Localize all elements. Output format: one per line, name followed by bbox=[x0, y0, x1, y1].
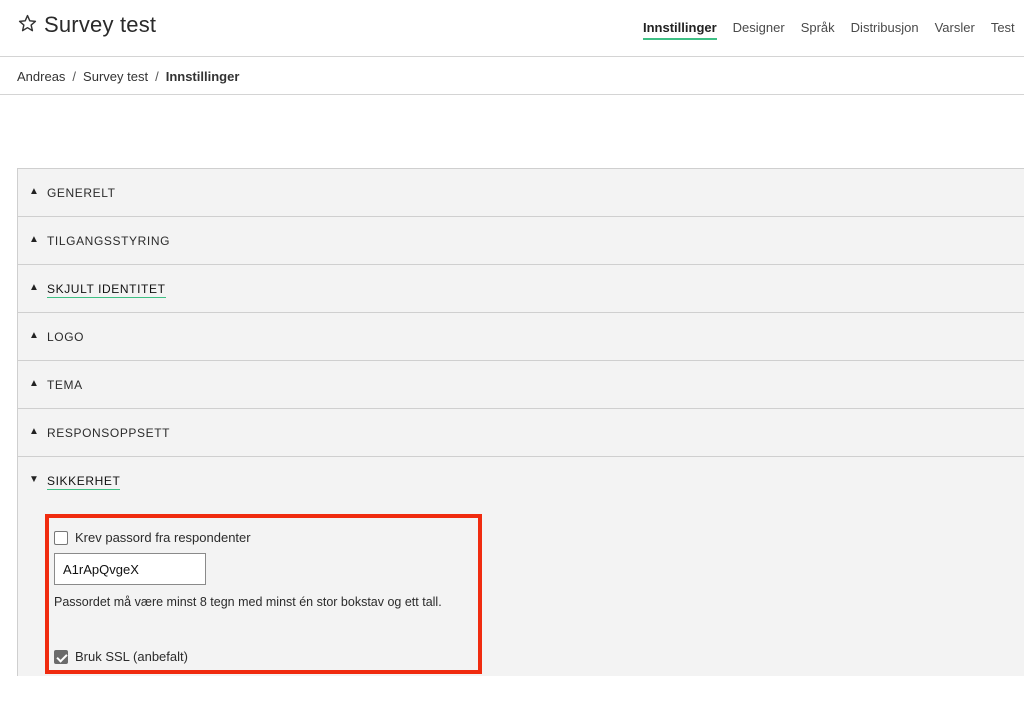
section-label: LOGO bbox=[47, 330, 85, 344]
ssl-checkbox[interactable] bbox=[54, 650, 68, 664]
breadcrumb: Andreas / Survey test / Innstillinger bbox=[17, 69, 239, 84]
breadcrumb-separator: / bbox=[155, 69, 159, 84]
password-hint: Passordet må være minst 8 tegn med minst… bbox=[54, 595, 442, 609]
collapse-arrow-icon: ▲ bbox=[29, 234, 39, 245]
section-logo[interactable]: ▲ LOGO bbox=[18, 313, 1024, 361]
collapse-arrow-icon: ▲ bbox=[29, 330, 39, 341]
expand-arrow-icon[interactable]: ▼ bbox=[29, 474, 39, 485]
password-input[interactable] bbox=[54, 553, 206, 585]
section-label: TILGANGSSTYRING bbox=[47, 234, 171, 248]
section-label: TEMA bbox=[47, 378, 83, 392]
section-generelt[interactable]: ▲ GENERELT bbox=[18, 169, 1024, 217]
breadcrumb-item-current: Innstillinger bbox=[165, 69, 240, 84]
section-label: RESPONSOPPSETT bbox=[47, 426, 171, 440]
section-skjult-identitet[interactable]: ▲ SKJULT IDENTITET bbox=[18, 265, 1024, 313]
section-label-sikkerhet[interactable]: SIKKERHET bbox=[47, 474, 121, 490]
section-tilgangsstyring[interactable]: ▲ TILGANGSSTYRING bbox=[18, 217, 1024, 265]
ssl-label: Bruk SSL (anbefalt) bbox=[75, 649, 188, 664]
require-password-checkbox[interactable] bbox=[54, 531, 68, 545]
tab-innstillinger[interactable]: Innstillinger bbox=[643, 20, 717, 40]
section-tema[interactable]: ▲ TEMA bbox=[18, 361, 1024, 409]
tab-varsler[interactable]: Varsler bbox=[935, 20, 975, 38]
star-icon[interactable] bbox=[18, 14, 37, 33]
collapse-arrow-icon: ▲ bbox=[29, 186, 39, 197]
require-password-label: Krev passord fra respondenter bbox=[75, 530, 251, 545]
breadcrumb-item-andreas[interactable]: Andreas bbox=[17, 69, 65, 84]
breadcrumb-separator: / bbox=[72, 69, 77, 84]
tab-test[interactable]: Test bbox=[991, 20, 1015, 38]
page-title: Survey test bbox=[44, 12, 157, 37]
collapse-arrow-icon: ▲ bbox=[29, 282, 39, 293]
top-bar: Survey test Innstillinger Designer Språk Di… bbox=[0, 0, 1024, 57]
breadcrumb-item-survey[interactable]: Survey test bbox=[83, 69, 148, 84]
top-nav: Innstillinger Designer Språk Distribusjon Va… bbox=[643, 20, 1024, 40]
tab-designer[interactable]: Designer bbox=[733, 20, 785, 38]
section-label: GENERELT bbox=[47, 186, 116, 200]
tab-sprak[interactable]: Språk bbox=[801, 20, 835, 38]
section-label: SKJULT IDENTITET bbox=[47, 282, 166, 298]
tab-distribusjon[interactable]: Distribusjon bbox=[851, 20, 919, 38]
collapse-arrow-icon: ▲ bbox=[29, 426, 39, 437]
section-responsoppsett[interactable]: ▲ RESPONSOPPSETT bbox=[18, 409, 1024, 457]
collapse-arrow-icon: ▲ bbox=[29, 378, 39, 389]
breadcrumb-bar: Andreas / Survey test / Innstillinger bbox=[0, 58, 1024, 95]
